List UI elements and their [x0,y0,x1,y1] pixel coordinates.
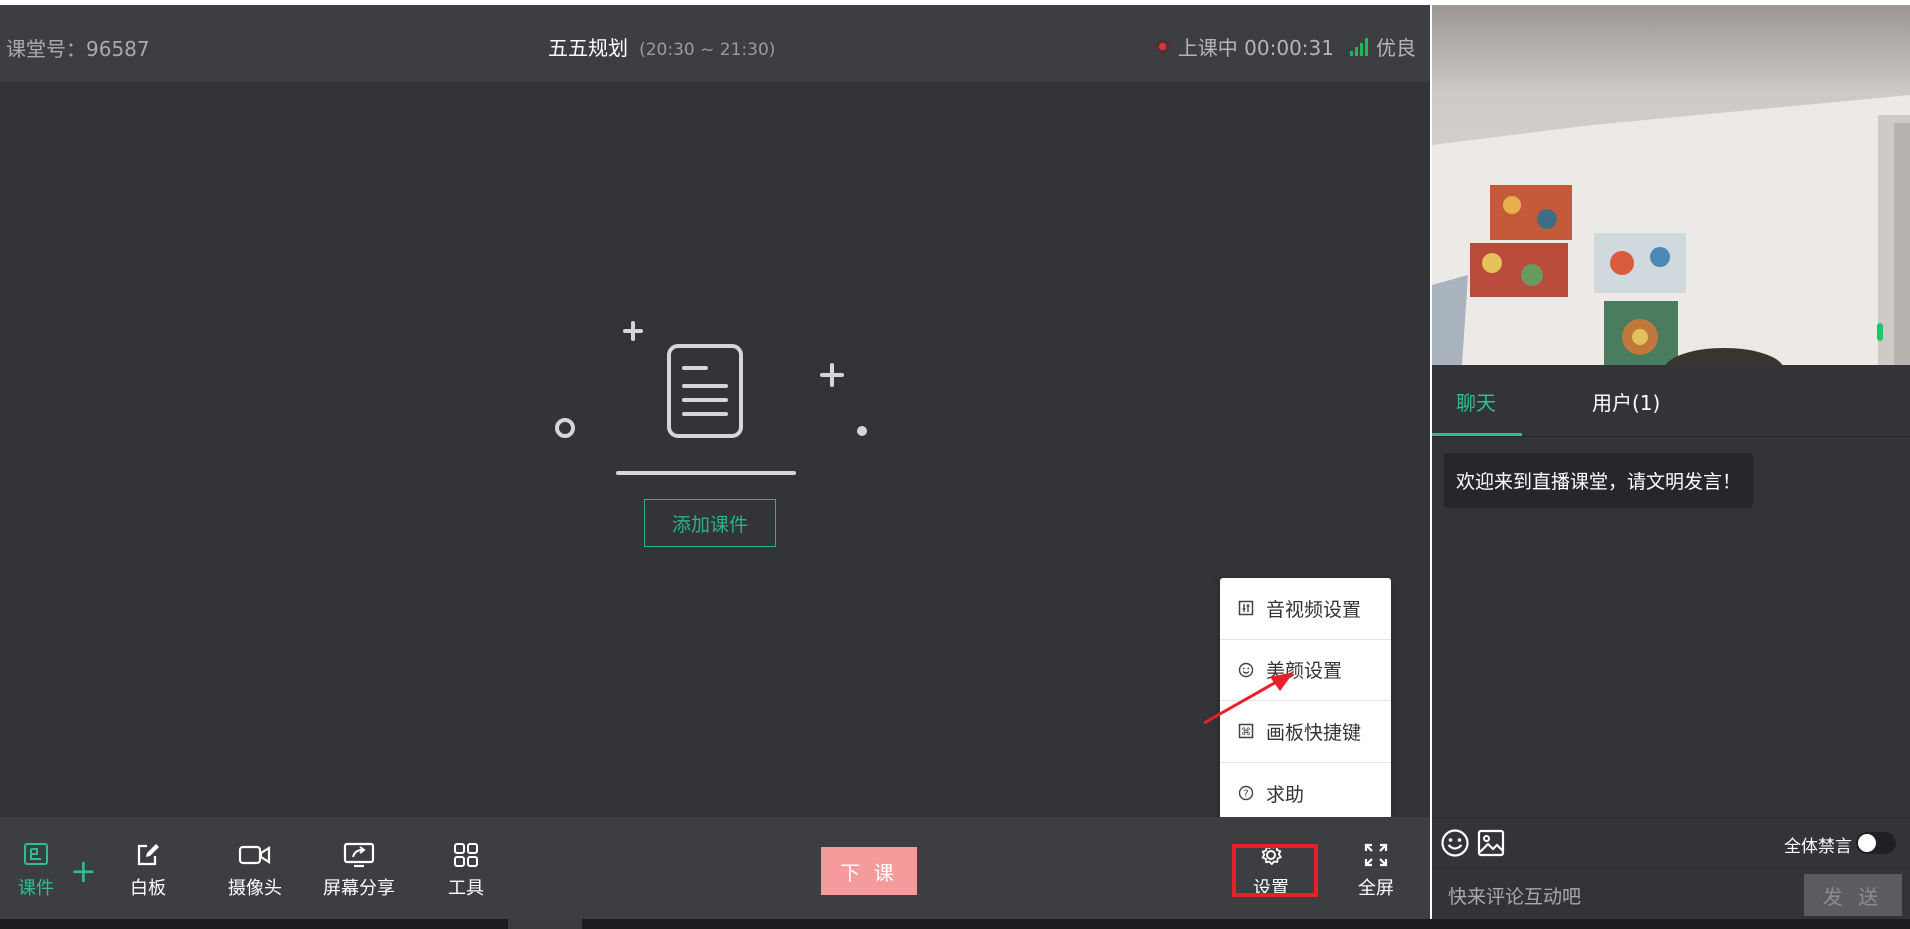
menu-item-label: 音视频设置 [1266,598,1362,621]
chat-message: 欢迎来到直播课堂，请文明发言！ [1444,453,1754,508]
whiteboard-edit-icon [137,843,159,865]
emoji-icon[interactable] [1440,828,1470,858]
annotation-arrow-icon [1203,672,1294,725]
camera-icon [238,845,271,864]
class-header: 课堂号：96587 五五规划 (20:30 ~ 21:30) 上课中 00:00… [0,5,1430,82]
os-taskbar [0,919,1910,929]
tools-button[interactable]: 工具 [448,817,484,924]
right-panel: 聊天 用户(1) 欢迎来到直播课堂，请文明发言！ 全体禁言 发 送 [1432,5,1910,919]
class-status-text: 上课中 00:00:31 [1177,36,1334,60]
add-courseware-plus-icon[interactable]: + [70,855,97,887]
room-number: 课堂号：96587 [6,37,150,61]
recording-dot-icon [1155,39,1170,54]
empty-courseware-icon [555,321,867,475]
av-settings-icon [1238,601,1254,616]
whiteboard-button[interactable]: 白板 [130,817,166,924]
chat-toolbar: 全体禁言 [1432,817,1910,867]
image-upload-icon[interactable] [1476,828,1506,858]
courseware-icon [24,842,48,865]
signal-strength-icon [1350,37,1368,56]
bottom-toolbar: 课件 + 白板 摄像头 屏幕分享 工具 下 课 设置 全屏 [0,817,1430,924]
screen-share-button[interactable]: 屏幕分享 [323,817,395,924]
teacher-camera-video [1432,5,1910,365]
classroom-stage: 课堂号：96587 五五规划 (20:30 ~ 21:30) 上课中 00:00… [0,5,1430,924]
menu-item-label: 求助 [1266,783,1305,806]
class-title-wrap: 五五规划 (20:30 ~ 21:30) [548,32,775,61]
class-status: 上课中 00:00:31 优良 [1155,32,1416,61]
settings-highlight-box [1232,844,1318,897]
fullscreen-icon [1364,843,1388,866]
active-tab-indicator [1432,433,1522,436]
add-courseware-button[interactable]: 添加课件 [644,499,776,547]
chat-tabs: 聊天 用户(1) [1432,365,1910,437]
tab-users[interactable]: 用户(1) [1592,387,1660,416]
camera-label: 摄像头 [228,877,282,899]
class-title: 五五规划 [548,36,628,60]
fullscreen-label: 全屏 [1358,877,1394,899]
camera-button[interactable]: 摄像头 [228,817,282,924]
tab-chat[interactable]: 聊天 [1456,387,1496,416]
whiteboard-label: 白板 [130,877,166,899]
menu-item-help[interactable]: ? 求助 [1220,763,1391,825]
tools-grid-icon [454,842,478,867]
mute-all-toggle[interactable] [1856,832,1896,854]
chat-input-row: 发 送 [1432,867,1910,924]
chat-input[interactable] [1448,880,1788,914]
class-time-range: (20:30 ~ 21:30) [639,40,776,60]
end-class-button[interactable]: 下 课 [821,847,917,895]
svg-text:?: ? [1243,789,1248,800]
courseware-label: 课件 [18,877,54,899]
send-button[interactable]: 发 送 [1804,874,1902,916]
screen-share-label: 屏幕分享 [323,877,395,899]
courseware-button[interactable]: 课件 [18,817,54,924]
fullscreen-button[interactable]: 全屏 [1358,817,1394,924]
mute-all-label: 全体禁言 [1784,837,1852,857]
menu-item-av-settings[interactable]: 音视频设置 [1220,578,1391,640]
help-icon: ? [1238,786,1254,801]
screen-share-icon [343,842,375,867]
network-quality-text: 优良 [1376,36,1416,60]
taskbar-item[interactable] [508,919,582,929]
tools-label: 工具 [448,877,484,899]
